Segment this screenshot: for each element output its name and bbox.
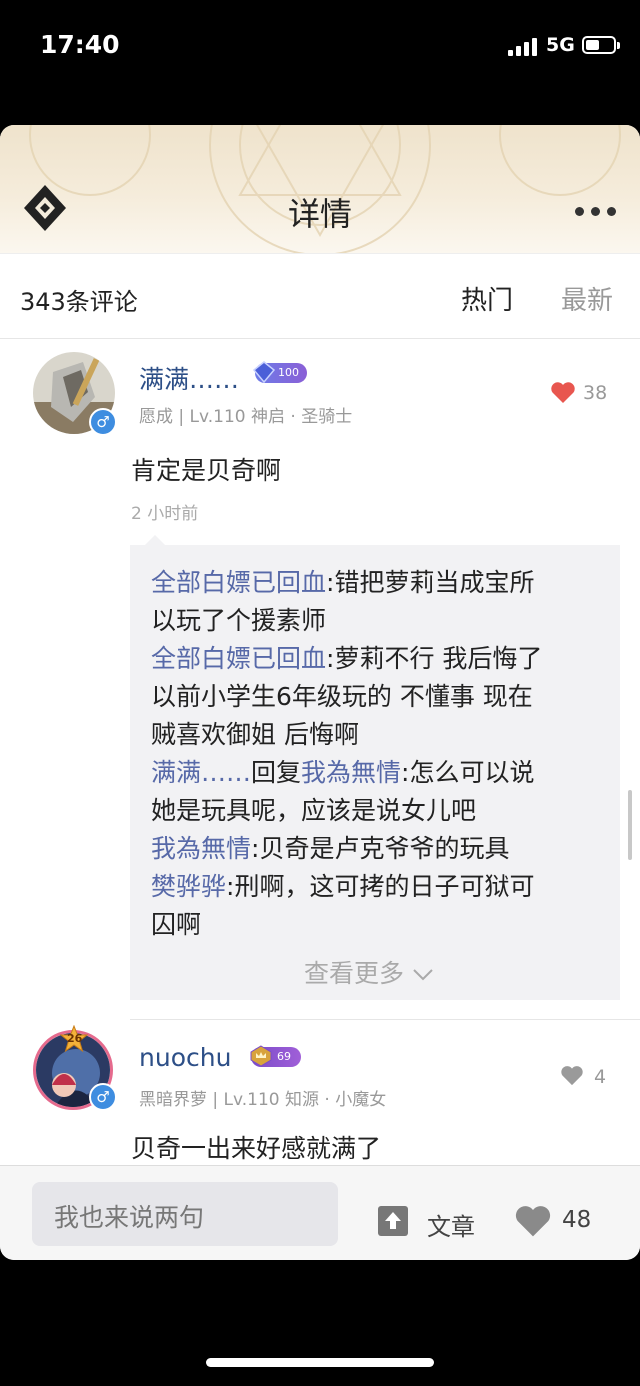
vip-badge: 100 bbox=[252, 361, 307, 384]
more-dots-icon[interactable] bbox=[575, 207, 617, 217]
reply-line: 我為無情:贝奇是卢克爷爷的玩具 bbox=[151, 834, 510, 863]
nav-bar: 详情 bbox=[0, 125, 640, 253]
battery-icon bbox=[582, 36, 620, 54]
view-more-label: 查看更多 bbox=[304, 959, 405, 988]
sort-hot-tab[interactable]: 热门 bbox=[461, 280, 513, 317]
status-bar: 17:40 5G bbox=[0, 0, 640, 95]
sort-latest-tab[interactable]: 最新 bbox=[561, 280, 613, 317]
like-heart-icon[interactable] bbox=[514, 1204, 552, 1238]
reply-line: 樊骅骅:刑啊，这可拷的日子可狱可 bbox=[151, 872, 535, 901]
comment-text: 贝奇一出来好感就满了 bbox=[131, 1134, 382, 1163]
reply-line-cont: 贼喜欢御姐 后悔啊 bbox=[151, 720, 359, 749]
bottom-bar: 我也来说两句 文章 48 bbox=[0, 1165, 640, 1260]
user-meta: 愿成 | Lv.110 神启 · 圣骑士 bbox=[139, 407, 353, 427]
comment-input[interactable]: 我也来说两句 bbox=[32, 1182, 338, 1246]
male-gender-icon: ♂ bbox=[89, 408, 117, 436]
reply-box[interactable]: 全部白嫖已回血:错把萝莉当成宝所 以玩了个援素师 全部白嫖已回血:萝莉不行 我后… bbox=[130, 535, 620, 1000]
comment-count: 343条评论 bbox=[20, 288, 138, 316]
article-button[interactable]: 文章 bbox=[427, 1207, 475, 1242]
reply-line-cont: 她是玩具呢，应该是说女儿吧 bbox=[151, 796, 477, 825]
heart-icon[interactable] bbox=[550, 381, 576, 404]
vip-badge: 69 bbox=[249, 1044, 301, 1068]
comment-input-placeholder: 我也来说两句 bbox=[54, 1203, 205, 1232]
diamond-badge-icon bbox=[252, 361, 276, 384]
signal-icon bbox=[508, 36, 538, 56]
chevron-down-icon bbox=[413, 969, 433, 981]
home-indicator[interactable] bbox=[206, 1358, 434, 1367]
reply-line-cont: 以玩了个援素师 bbox=[151, 606, 327, 635]
star-level-icon: 26 bbox=[59, 1024, 89, 1053]
heart-icon[interactable] bbox=[560, 1065, 584, 1086]
reply-line: 全部白嫖已回血:萝莉不行 我后悔了 bbox=[151, 644, 543, 673]
like-count: 38 bbox=[583, 382, 608, 404]
comment-divider bbox=[130, 1019, 640, 1020]
star-level: 26 bbox=[67, 1032, 83, 1045]
share-upload-icon[interactable] bbox=[378, 1206, 408, 1236]
comments-header: 343条评论 热门 最新 bbox=[0, 253, 640, 339]
user-meta: 黑暗界萝 | Lv.110 知源 · 小魔女 bbox=[139, 1090, 387, 1110]
network-type: 5G bbox=[546, 34, 575, 56]
like-count: 4 bbox=[594, 1066, 607, 1088]
username[interactable]: nuochu bbox=[139, 1043, 231, 1072]
comment-time: 2 小时前 bbox=[131, 504, 199, 524]
badge-level: 100 bbox=[278, 366, 299, 379]
username[interactable]: 满满…… bbox=[139, 360, 239, 396]
like-total: 48 bbox=[562, 1207, 592, 1233]
male-gender-icon: ♂ bbox=[89, 1083, 117, 1111]
comment-text: 肯定是贝奇啊 bbox=[131, 456, 282, 485]
crown-badge-icon bbox=[249, 1044, 273, 1068]
reply-line-cont: 囚啊 bbox=[151, 910, 202, 939]
view-more-button[interactable]: 查看更多 bbox=[304, 954, 434, 990]
badge-level: 69 bbox=[277, 1050, 291, 1063]
page-title: 详情 bbox=[287, 195, 352, 233]
reply-line-cont: 以前小学生6年级玩的 不懂事 现在 bbox=[151, 682, 533, 711]
reply-line: 全部白嫖已回血:错把萝莉当成宝所 bbox=[151, 568, 535, 597]
reply-line: 满满……回复我為無情:怎么可以说 bbox=[151, 758, 535, 787]
status-time: 17:40 bbox=[40, 30, 120, 59]
detail-sheet: 详情 343条评论 热门 最新 ♂ 满满…… 100 愿成 | Lv.110 神… bbox=[0, 125, 640, 1260]
scrollbar[interactable] bbox=[628, 790, 632, 860]
